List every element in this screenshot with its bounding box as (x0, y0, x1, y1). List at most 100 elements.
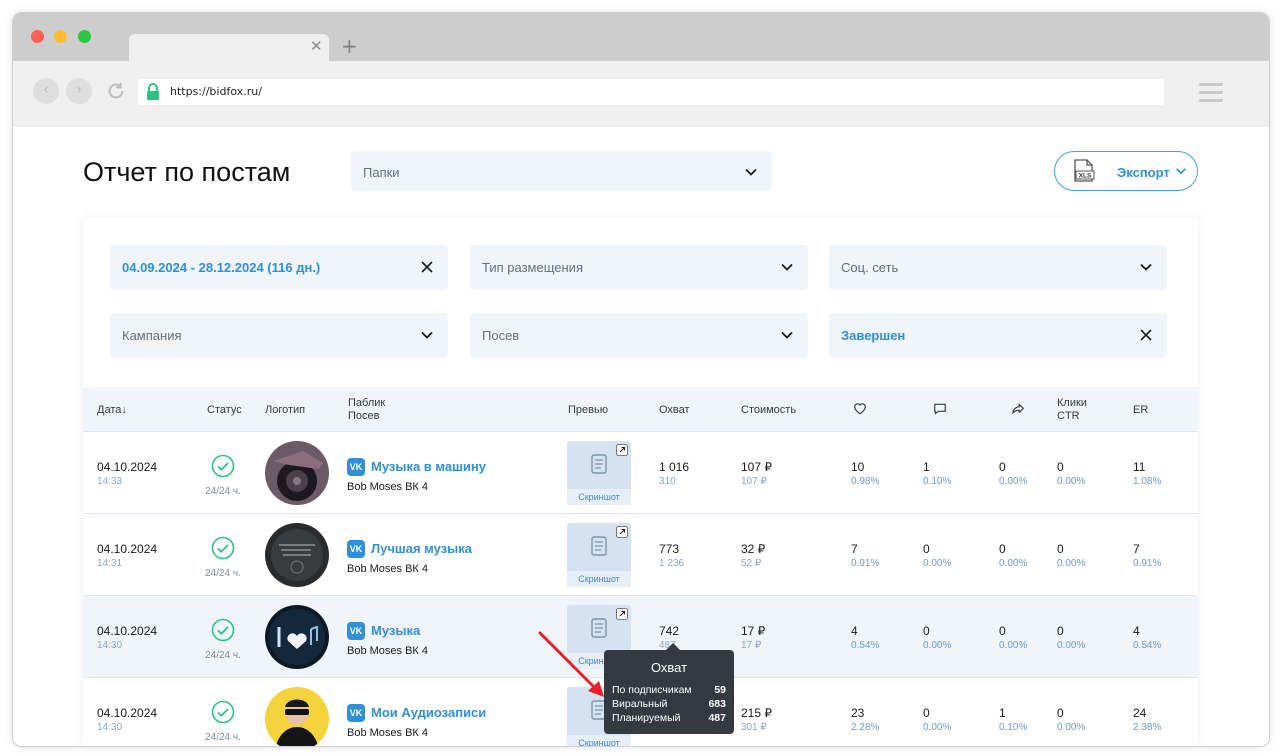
comment-icon (934, 403, 946, 415)
status-filter-value: Завершен (841, 328, 906, 343)
vk-icon: VK (347, 539, 365, 558)
document-icon (591, 536, 607, 556)
clear-status-icon[interactable] (1140, 329, 1152, 341)
close-window-button[interactable] (31, 30, 44, 43)
tab-bar: ✕ + (13, 13, 1269, 61)
folders-select-label: Папки (363, 165, 400, 180)
chevron-down-icon (781, 263, 793, 271)
screenshot-label[interactable]: Скриншот (567, 489, 631, 505)
clicks-cell: 0 0.00% (1057, 460, 1086, 487)
chevron-down-icon (781, 331, 793, 339)
reload-icon[interactable] (105, 80, 127, 102)
external-link-icon[interactable] (616, 608, 628, 620)
status-duration: 24/24 ч. (205, 732, 241, 743)
seeding-select[interactable]: Посев (470, 313, 808, 358)
screenshot-label[interactable]: Скриншот (567, 571, 631, 587)
header-public: Паблик Посев (348, 397, 386, 422)
tab-close-icon[interactable]: ✕ (310, 37, 323, 55)
avatar (265, 441, 329, 505)
seed-name: Bob Moses ВК 4 (347, 562, 429, 575)
chevron-down-icon (745, 168, 757, 176)
table-row[interactable]: 04.10.2024 14:33 24/24 ч. VK Музыка в маши… (83, 432, 1198, 514)
cost-cell: 215 ₽301 ₽ (741, 706, 772, 733)
social-network-select[interactable]: Соц. сеть (829, 245, 1167, 290)
public-link[interactable]: Мои Аудиозаписи (371, 705, 486, 720)
avatar (265, 523, 329, 587)
public-cell: VK Лучшая музыка Bob Moses ВК 4 (347, 538, 472, 575)
browser-tab[interactable] (129, 34, 329, 61)
clicks-cell: 0 0.00% (1057, 542, 1086, 569)
avatar (265, 605, 329, 669)
forward-button[interactable]: › (66, 78, 92, 104)
tooltip-row-viral: Виральный 683 (612, 698, 726, 710)
status-filter[interactable]: Завершен (829, 313, 1167, 358)
status-duration: 24/24 ч. (205, 486, 241, 497)
url-text: https://bidfox.ru/ (170, 85, 262, 98)
check-circle-icon (211, 536, 235, 560)
cost-cell: 17 ₽17 ₽ (741, 624, 766, 651)
xls-icon-text: XLS (1079, 173, 1092, 180)
likes-cell: 7 0.91% (851, 542, 880, 569)
preview-thumbnail[interactable]: Скриншот (567, 523, 631, 587)
vk-icon: VK (347, 621, 365, 640)
address-bar[interactable]: https://bidfox.ru/ (138, 79, 1164, 105)
er-cell: 24 2.38% (1133, 706, 1162, 733)
header-status: Статус (207, 404, 242, 416)
tooltip-row-subscribers: По подписчикам 59 (612, 684, 726, 696)
status-duration: 24/24 ч. (205, 650, 241, 661)
public-link[interactable]: Музыка в машину (371, 459, 486, 474)
campaign-label: Кампания (122, 328, 182, 343)
date-range-filter[interactable]: 04.09.2024 - 28.12.2024 (116 дн.) (110, 245, 448, 290)
public-link[interactable]: Музыка (371, 623, 420, 638)
seed-name: Bob Moses ВК 4 (347, 644, 429, 657)
reach-cell: 773 1 236 (659, 542, 685, 569)
check-circle-icon (211, 618, 235, 642)
date-cell: 04.10.2024 14:33 (97, 460, 158, 487)
likes-cell: 23 2.28% (851, 706, 880, 733)
external-link-icon[interactable] (616, 444, 628, 456)
likes-cell: 10 0.98% (851, 460, 880, 487)
browser-menu-icon[interactable] (1199, 83, 1223, 103)
cost-cell: 32 ₽52 ₽ (741, 542, 766, 569)
chevron-down-icon (421, 331, 433, 339)
seed-name: Bob Moses ВК 4 (347, 726, 429, 739)
clear-date-icon[interactable] (421, 261, 433, 273)
external-link-icon[interactable] (616, 526, 628, 538)
xls-file-icon: XLS (1074, 159, 1095, 182)
header-date[interactable]: Дата↓ (97, 404, 127, 417)
clicks-cell: 0 0.00% (1057, 706, 1086, 733)
preview-thumbnail[interactable]: Скриншот (567, 441, 631, 505)
chevron-down-icon (1176, 168, 1186, 175)
folders-select[interactable]: Папки (351, 151, 772, 191)
status-duration: 24/24 ч. (205, 568, 241, 579)
reach-tooltip: Охват По подписчикам 59 Виральный 683 План… (604, 643, 734, 734)
back-button[interactable]: ‹ (33, 78, 59, 104)
status-cell: 24/24 ч. (201, 536, 245, 579)
shares-cell: 0 0.00% (999, 542, 1028, 569)
page-title: Отчет по постам (83, 157, 291, 187)
new-tab-icon[interactable]: + (341, 34, 358, 58)
export-button[interactable]: XLS Экспорт (1054, 151, 1198, 191)
er-cell: 11 1.08% (1133, 460, 1162, 487)
shares-cell: 0 0.00% (999, 460, 1028, 487)
minimize-window-button[interactable] (54, 30, 67, 43)
seed-name: Bob Moses ВК 4 (347, 480, 429, 493)
screenshot-label[interactable]: Скриншот (567, 735, 631, 746)
date-cell: 04.10.2024 14:30 (97, 624, 158, 651)
check-circle-icon (211, 700, 235, 724)
maximize-window-button[interactable] (78, 30, 91, 43)
table-row[interactable]: 04.10.2024 14:31 24/24 ч. VK Лучшая музыка… (83, 514, 1198, 596)
reach-cell: 1 016 310 (659, 460, 690, 487)
browser-toolbar: ‹ › https://bidfox.ru/ (13, 61, 1269, 127)
table-header: Дата↓ Статус Логотип Паблик Посев Превью … (83, 387, 1198, 432)
shares-cell: 0 0.00% (999, 624, 1028, 651)
check-circle-icon (211, 454, 235, 478)
campaign-select[interactable]: Кампания (110, 313, 448, 358)
header-logo: Логотип (265, 404, 306, 416)
header-cost: Стоимость (741, 404, 797, 416)
public-cell: VK Музыка Bob Moses ВК 4 (347, 620, 428, 657)
comments-cell: 0 0.00% (923, 706, 952, 733)
annotation-arrow-icon (538, 631, 604, 697)
placement-type-select[interactable]: Тип размещения (470, 245, 808, 290)
public-link[interactable]: Лучшая музыка (371, 541, 472, 556)
